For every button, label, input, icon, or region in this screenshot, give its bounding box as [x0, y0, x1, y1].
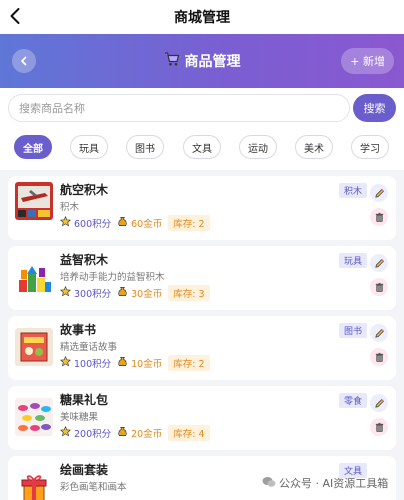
- chevron-left-icon: [21, 56, 27, 66]
- product-image-building-blocks: [15, 258, 53, 296]
- product-card[interactable]: 益智积木 培养动手能力的益智积木 300积分 30金币 库存: 3 玩具: [8, 246, 396, 310]
- product-points: 300积分: [74, 289, 112, 300]
- coin-bag-icon: [117, 216, 128, 230]
- star-icon: [59, 425, 72, 440]
- product-name: 糖果礼包: [60, 393, 109, 407]
- product-image-storybook: [15, 328, 53, 366]
- product-tag: 零食: [339, 393, 368, 408]
- product-desc: 培养动手能力的益智积木: [60, 272, 165, 283]
- product-points: 600积分: [74, 219, 112, 230]
- edit-button[interactable]: [370, 324, 388, 342]
- pencil-icon: [374, 258, 384, 268]
- product-stock: 库存: 2: [168, 215, 210, 231]
- product-coins: 20金币: [131, 429, 163, 440]
- pencil-icon: [374, 328, 384, 338]
- header-banner: 商品管理 + 新增: [0, 34, 404, 88]
- product-meta: 200积分 20金币 库存: 4: [59, 425, 210, 441]
- header-title: 商品管理: [164, 51, 241, 71]
- product-tag: 积木: [339, 183, 368, 198]
- top-bar: 商城管理: [0, 0, 404, 34]
- trash-icon: [375, 282, 383, 292]
- product-card[interactable]: 航空积木 积木 600积分 60金币 库存: 2 积木: [8, 176, 396, 240]
- coin-bag-icon: [117, 356, 128, 370]
- edit-button[interactable]: [370, 184, 388, 202]
- product-desc: 美味糖果: [60, 412, 99, 423]
- star-icon: [59, 285, 72, 300]
- product-image-airplane-blocks: [15, 182, 53, 220]
- search-button[interactable]: 搜索: [353, 94, 396, 122]
- product-desc: 积木: [60, 202, 80, 213]
- product-name: 绘画套装: [60, 463, 109, 477]
- delete-button[interactable]: [370, 208, 388, 226]
- star-icon: [59, 215, 72, 230]
- product-meta: 600积分 60金币 库存: 2: [59, 215, 210, 231]
- trash-icon: [375, 352, 383, 362]
- category-chip-books[interactable]: 图书: [126, 135, 164, 159]
- category-chip-art[interactable]: 美术: [295, 135, 333, 159]
- product-points: 100积分: [74, 359, 112, 370]
- page-title: 商城管理: [174, 10, 230, 26]
- watermark-text: 公众号 · AI资源工具箱: [279, 477, 389, 490]
- product-points: 200积分: [74, 429, 112, 440]
- back-arrow-icon[interactable]: [6, 6, 26, 26]
- delete-button[interactable]: [370, 348, 388, 366]
- product-image-candy: [15, 398, 53, 436]
- product-name: 航空积木: [60, 183, 109, 197]
- product-desc: 精选童话故事: [60, 342, 118, 353]
- product-tag: 图书: [339, 323, 368, 338]
- category-chip-all[interactable]: 全部: [14, 135, 52, 159]
- category-chip-stationery[interactable]: 文具: [183, 135, 221, 159]
- product-stock: 库存: 3: [168, 285, 210, 301]
- gift-box-icon: [15, 468, 53, 500]
- product-coins: 60金币: [131, 219, 163, 230]
- category-chip-toys[interactable]: 玩具: [70, 135, 108, 159]
- search-input[interactable]: 搜索商品名称: [8, 94, 350, 122]
- header-title-label: 商品管理: [184, 54, 241, 70]
- product-meta: 300积分 30金币 库存: 3: [59, 285, 210, 301]
- delete-button[interactable]: [370, 418, 388, 436]
- coin-bag-icon: [117, 286, 128, 300]
- product-desc: 彩色画笔和画本: [60, 482, 127, 493]
- product-stock: 库存: 4: [168, 425, 210, 441]
- edit-button[interactable]: [370, 394, 388, 412]
- product-stock: 库存: 2: [168, 355, 210, 371]
- pencil-icon: [374, 188, 384, 198]
- product-name: 益智积木: [60, 253, 109, 267]
- shopping-cart-icon: [164, 51, 180, 71]
- product-card[interactable]: 糖果礼包 美味糖果 200积分 20金币 库存: 4 零食: [8, 386, 396, 450]
- pencil-icon: [374, 398, 384, 408]
- add-product-button[interactable]: + 新增: [341, 48, 394, 74]
- category-chip-study[interactable]: 学习: [351, 135, 389, 159]
- product-coins: 30金币: [131, 289, 163, 300]
- product-meta: 100积分 10金币 库存: 2: [59, 355, 210, 371]
- category-chip-sports[interactable]: 运动: [239, 135, 277, 159]
- delete-button[interactable]: [370, 278, 388, 296]
- product-name: 故事书: [60, 323, 97, 337]
- category-filter-bar: 全部 玩具 图书 文具 运动 美术 学习: [0, 128, 404, 170]
- coin-bag-icon: [117, 426, 128, 440]
- wechat-icon: [262, 476, 276, 491]
- product-tag: 玩具: [339, 253, 368, 268]
- star-icon: [59, 355, 72, 370]
- product-coins: 10金币: [131, 359, 163, 370]
- product-card[interactable]: 故事书 精选童话故事 100积分 10金币 库存: 2 图书: [8, 316, 396, 380]
- watermark: 公众号 · AI资源工具箱: [262, 475, 388, 491]
- header-back-button[interactable]: [12, 49, 36, 73]
- trash-icon: [375, 422, 383, 432]
- edit-button[interactable]: [370, 254, 388, 272]
- trash-icon: [375, 212, 383, 222]
- search-row: 搜索商品名称 搜索: [0, 88, 404, 128]
